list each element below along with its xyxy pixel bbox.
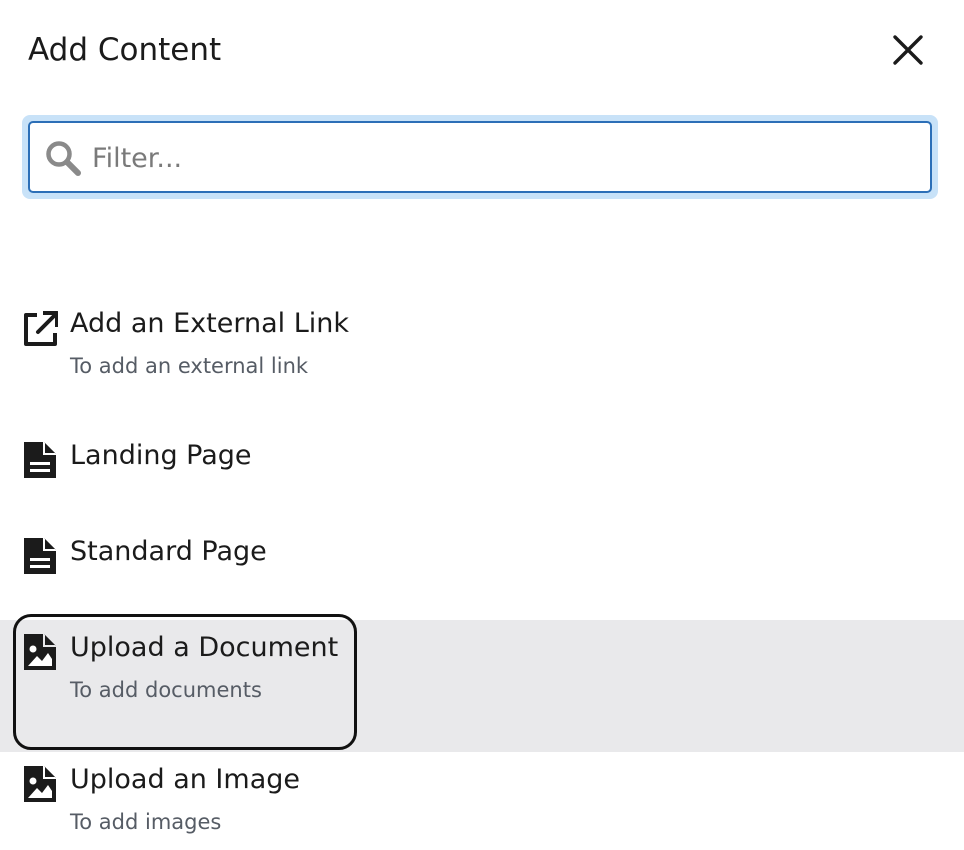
filter-input[interactable] <box>90 131 914 185</box>
item-title: Standard Page <box>70 536 267 567</box>
filter-field <box>28 121 932 193</box>
external-link-icon <box>24 311 58 346</box>
list-item-upload-document[interactable]: Upload a Document To add documents <box>0 614 964 752</box>
list-item-landing-page[interactable]: Landing Page <box>0 428 964 524</box>
add-content-dialog: Add Content Add an External Link To add … <box>0 0 964 850</box>
image-file-icon <box>24 765 57 802</box>
dialog-title: Add Content <box>28 32 222 68</box>
item-description: To add an external link <box>70 354 309 378</box>
item-title: Upload a Document <box>70 632 339 663</box>
list-item-upload-image[interactable]: Upload an Image To add images <box>0 752 964 850</box>
item-title: Landing Page <box>70 440 252 471</box>
item-description: To add images <box>70 810 222 834</box>
item-title: Upload an Image <box>70 764 300 795</box>
item-title: Add an External Link <box>70 308 349 339</box>
list-item-standard-page[interactable]: Standard Page <box>0 524 964 620</box>
content-type-list: Add an External Link To add an external … <box>0 296 964 850</box>
list-item-add-external-link[interactable]: Add an External Link To add an external … <box>0 296 964 428</box>
close-button[interactable] <box>884 28 932 72</box>
image-file-icon <box>24 633 57 670</box>
close-icon <box>893 35 923 65</box>
filter-focus-glow <box>22 115 938 199</box>
item-description: To add documents <box>70 678 262 702</box>
search-icon <box>46 141 81 176</box>
document-icon <box>24 441 57 478</box>
document-icon <box>24 537 57 574</box>
